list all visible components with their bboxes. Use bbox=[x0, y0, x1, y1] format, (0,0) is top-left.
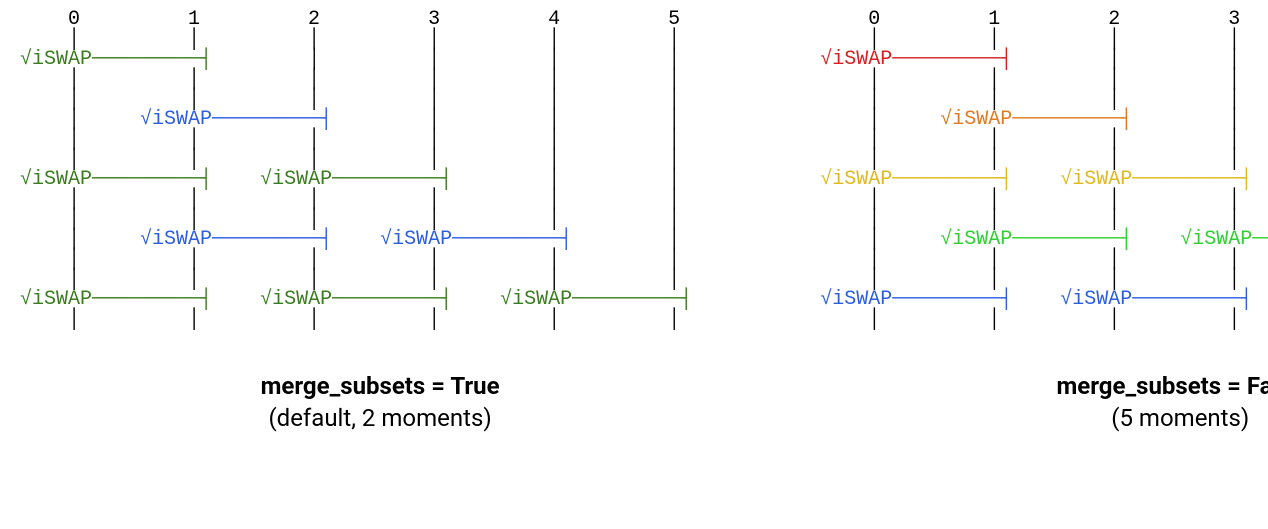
right-panel: 0 1 2 3 4 5 │ │ │ │ │ │ √iSWAP─────────┤… bbox=[820, 10, 1268, 519]
caption-subtitle: (5 moments) bbox=[1056, 402, 1268, 434]
caption-title: merge_subsets = False bbox=[1056, 370, 1268, 402]
right-caption: merge_subsets = False (5 moments) bbox=[1056, 370, 1268, 435]
caption-title: merge_subsets = True bbox=[261, 370, 500, 402]
circuit-left: 0 1 2 3 4 5 │ │ │ │ │ │ √iSWAP─────────┤… bbox=[20, 10, 740, 330]
left-panel: 0 1 2 3 4 5 │ │ │ │ │ │ √iSWAP─────────┤… bbox=[20, 10, 740, 519]
caption-subtitle: (default, 2 moments) bbox=[261, 402, 500, 434]
left-caption: merge_subsets = True (default, 2 moments… bbox=[261, 370, 500, 435]
circuit-right: 0 1 2 3 4 5 │ │ │ │ │ │ √iSWAP─────────┤… bbox=[820, 10, 1268, 330]
figure-root: 0 1 2 3 4 5 │ │ │ │ │ │ √iSWAP─────────┤… bbox=[0, 0, 1268, 529]
